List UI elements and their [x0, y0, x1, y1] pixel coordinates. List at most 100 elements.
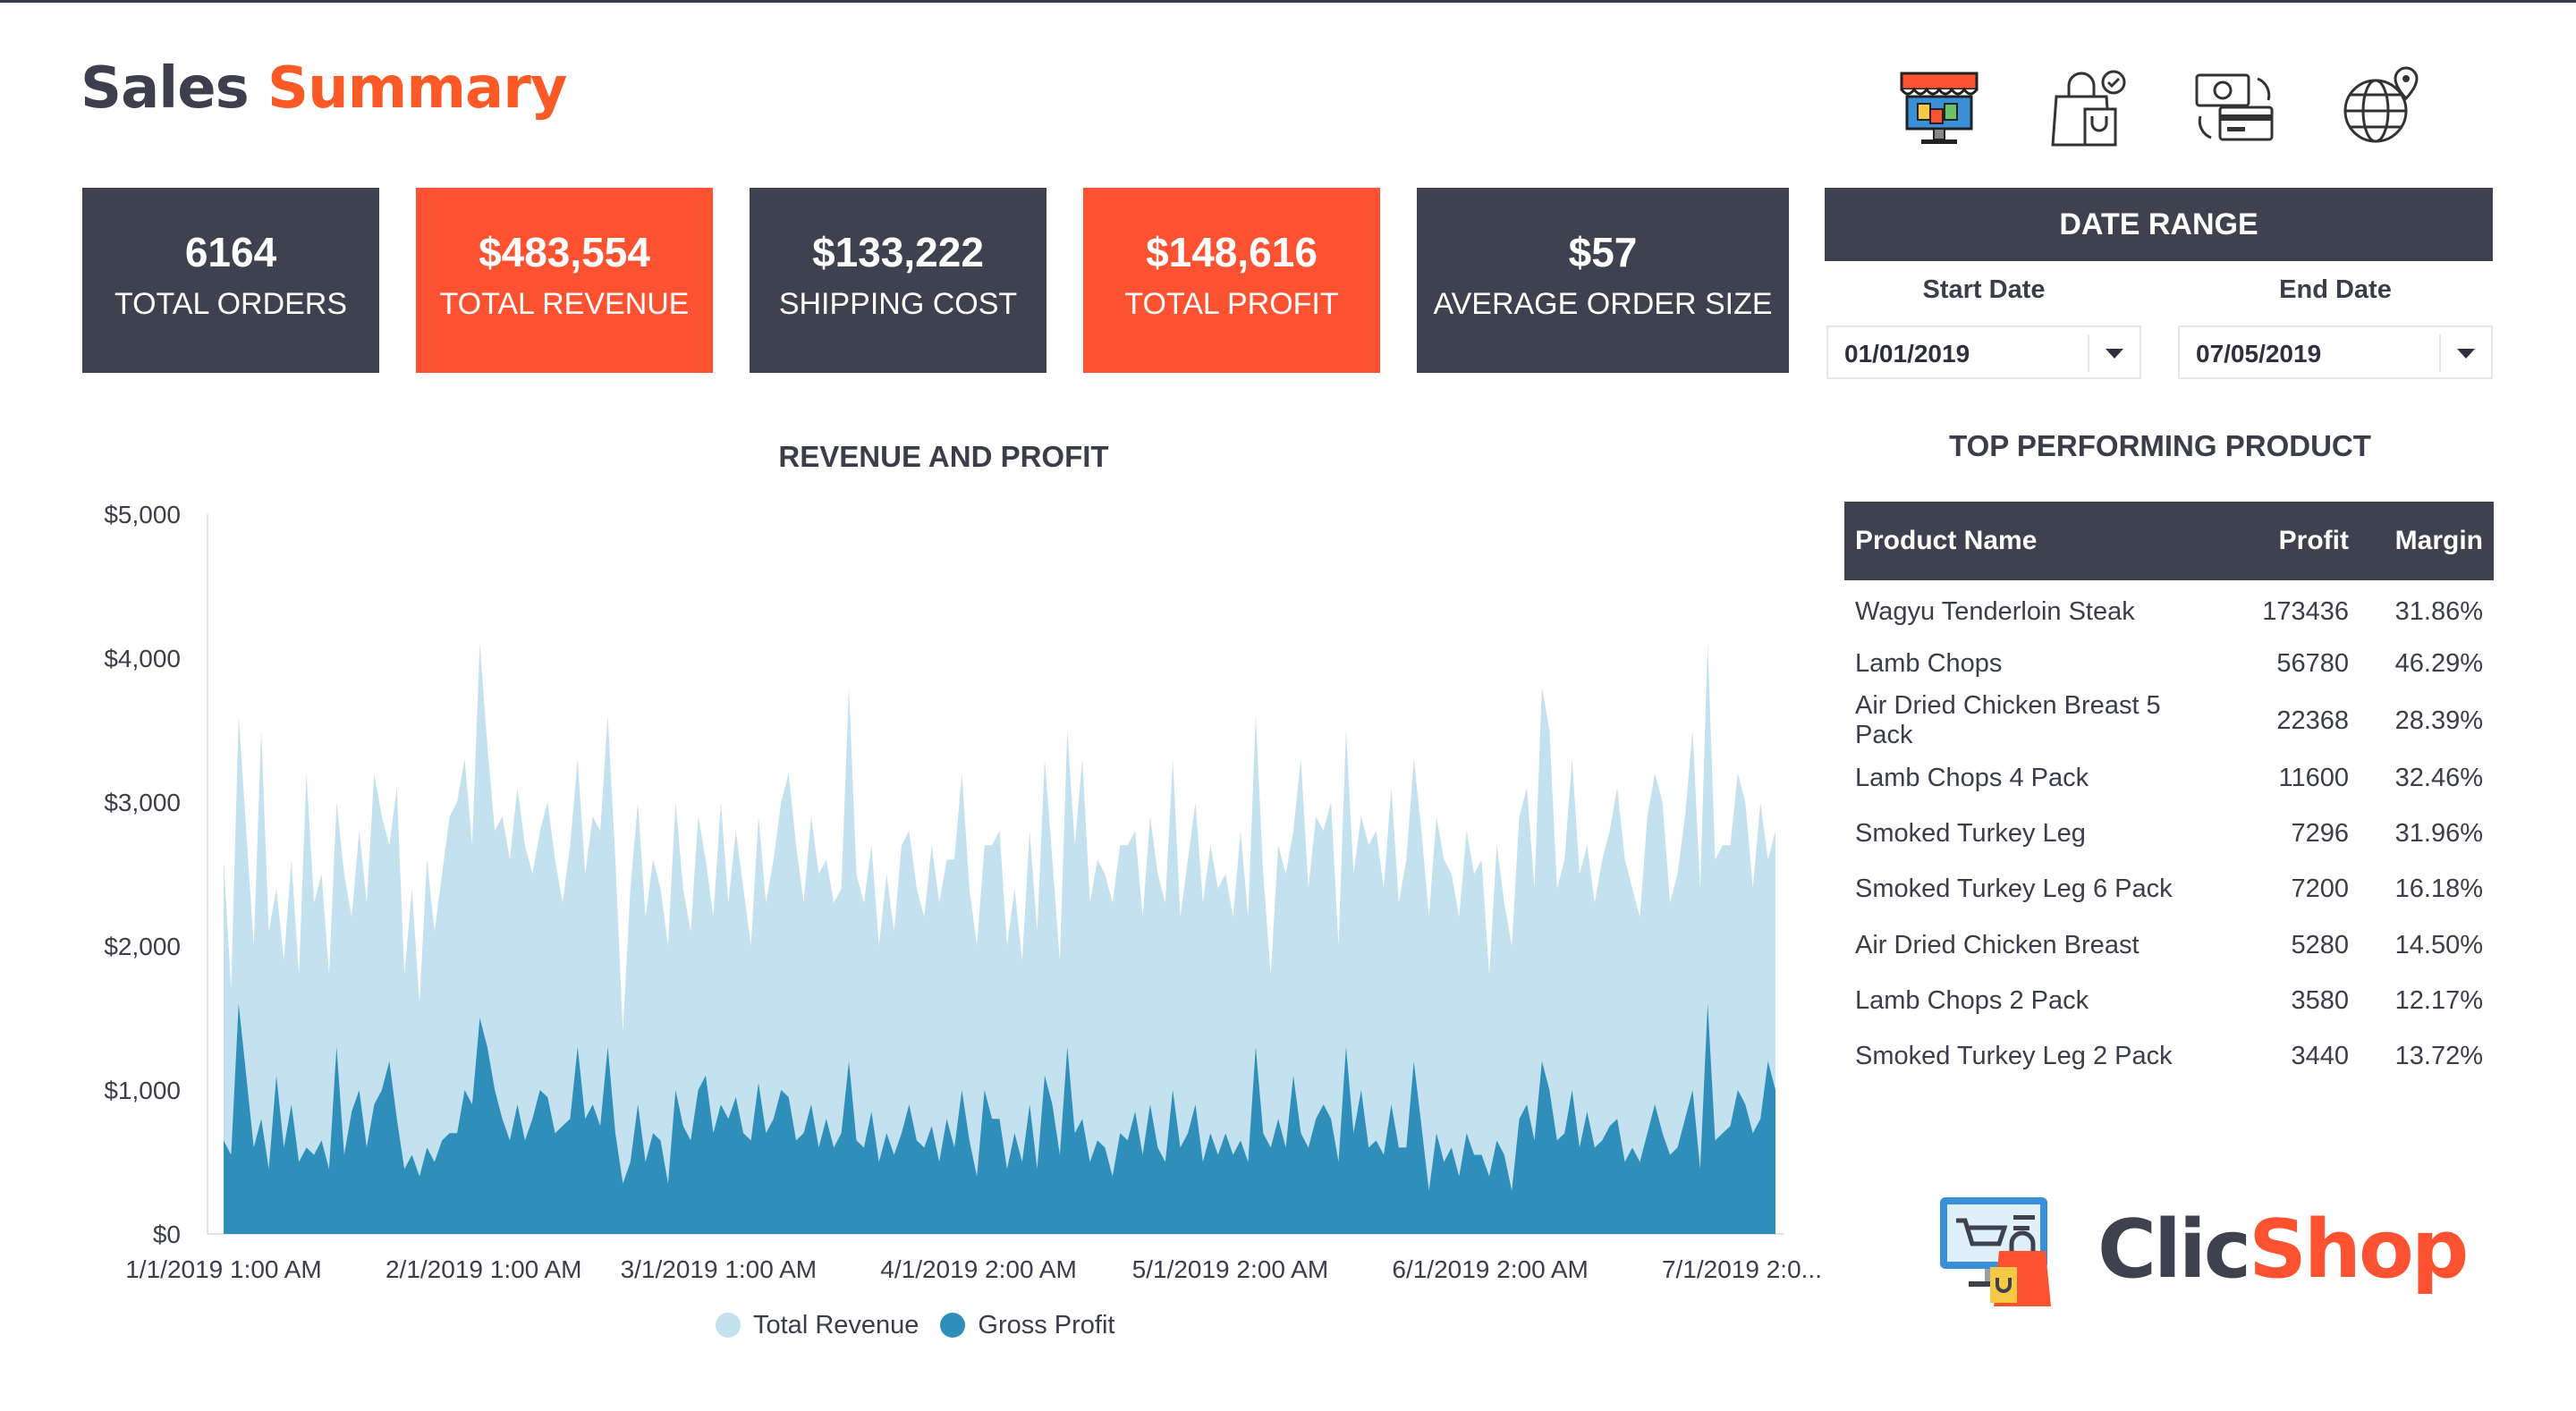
dropdown-separator [2088, 334, 2089, 372]
x-tick-label: 1/1/2019 1:00 AM [125, 1255, 322, 1283]
kpi-label: TOTAL ORDERS [114, 287, 348, 321]
kpi-label: SHIPPING COST [778, 287, 1018, 321]
y-tick-label: $2,000 [104, 933, 181, 960]
y-tick-label: $5,000 [104, 501, 181, 528]
end-date-label: End Date [2279, 275, 2392, 304]
kpi-value: 6164 [184, 229, 277, 275]
chevron-down-icon[interactable] [2106, 349, 2123, 359]
start-date-value: 01/01/2019 [1844, 340, 1970, 368]
kpi-value: $57 [1568, 229, 1638, 275]
x-tick-label: 2/1/2019 1:00 AM [386, 1255, 582, 1283]
legend-label-revenue: Total Revenue [753, 1310, 919, 1339]
kpi-total-profit: $148,616 TOTAL PROFIT [1083, 188, 1380, 373]
y-tick-label: $0 [153, 1221, 181, 1248]
kpi-value: $483,554 [479, 229, 650, 275]
kpi-total-revenue: $483,554 TOTAL REVENUE [416, 188, 713, 373]
product-name-cell: Lamb Chops [1855, 648, 2003, 678]
product-name-cell: Smoked Turkey Leg 2 Pack [1855, 1041, 2173, 1070]
end-date-group: End Date 07/05/2019 [2178, 275, 2493, 379]
margin-cell: 13.72% [2394, 1041, 2483, 1070]
profit-cell: 7296 [2291, 819, 2349, 849]
brand-name-part1: Clic [2097, 1203, 2251, 1297]
end-date-value: 07/05/2019 [2196, 340, 2322, 368]
shop-screen-bag-icon [1940, 1197, 2051, 1306]
start-date-label: Start Date [1922, 275, 2046, 304]
y-tick-label: $3,000 [104, 789, 181, 816]
table-row[interactable]: Lamb Chops 2 Pack 3580 12.17% [1844, 973, 2494, 1028]
product-name-cell: Wagyu Tenderloin Steak [1855, 596, 2135, 626]
title-word-2: Summary [267, 55, 567, 122]
margin-cell: 46.29% [2394, 648, 2483, 678]
column-header-margin[interactable]: Margin [2360, 502, 2494, 580]
x-tick-label: 5/1/2019 2:00 AM [1132, 1255, 1329, 1283]
storefront-icon[interactable] [1894, 63, 1984, 152]
y-tick-label: $1,000 [104, 1077, 181, 1104]
table-row[interactable]: Lamb Chops 56780 46.29% [1844, 636, 2494, 691]
table-row[interactable]: Smoked Turkey Leg 2 Pack 3440 13.72% [1844, 1028, 2494, 1084]
kpi-total-orders: 6164 TOTAL ORDERS [82, 188, 379, 373]
page-title: Sales Summary [80, 55, 567, 122]
column-header-product[interactable]: Product Name [1844, 502, 2220, 580]
margin-cell: 12.17% [2394, 985, 2483, 1015]
table-row[interactable]: Smoked Turkey Leg 6 Pack 7200 16.18% [1844, 862, 2494, 917]
profit-cell: 3440 [2291, 1041, 2349, 1070]
kpi-label: AVERAGE ORDER SIZE [1433, 287, 1773, 321]
legend-item-revenue[interactable]: Total Revenue [716, 1311, 919, 1340]
table-row[interactable]: Smoked Turkey Leg 7296 31.96% [1844, 807, 2494, 862]
margin-cell: 31.86% [2394, 596, 2483, 626]
x-tick-label: 6/1/2019 2:00 AM [1392, 1255, 1589, 1283]
table-header-row: Product Name Profit Margin [1844, 502, 2494, 580]
legend-label-profit: Gross Profit [978, 1310, 1115, 1339]
revenue-profit-chart[interactable]: $0 $1,000 $2,000 $3,000 $4,000 $5,000 1/1/2019… [0, 483, 1825, 1297]
shopping-bag-check-icon[interactable] [2044, 63, 2133, 152]
kpi-shipping-cost: $133,222 SHIPPING COST [750, 188, 1046, 373]
date-range-panel: DATE RANGE Start Date 01/01/2019 End Dat… [1825, 188, 2493, 379]
profit-cell: 56780 [2276, 648, 2349, 678]
profit-cell: 173436 [2262, 596, 2349, 626]
table-row[interactable]: Lamb Chops 4 Pack 11600 32.46% [1844, 750, 2494, 806]
start-date-dropdown[interactable]: 01/01/2019 [1826, 325, 2141, 379]
margin-cell: 14.50% [2394, 930, 2483, 959]
kpi-average-order-size: $57 AVERAGE ORDER SIZE [1417, 188, 1789, 373]
global-location-icon[interactable] [2336, 63, 2426, 152]
product-name-cell: Air Dried Chicken Breast 5 Pack [1855, 691, 2161, 750]
profit-cell: 11600 [2278, 763, 2350, 792]
title-word-1: Sales [80, 55, 250, 122]
y-tick-label: $4,000 [104, 645, 181, 672]
margin-cell: 31.96% [2394, 819, 2483, 849]
product-name-cell: Air Dried Chicken Breast [1855, 930, 2140, 959]
profit-cell: 7200 [2291, 874, 2349, 904]
product-name-cell: Smoked Turkey Leg 6 Pack [1855, 874, 2173, 904]
legend-swatch-profit [940, 1313, 966, 1338]
x-tick-label: 3/1/2019 1:00 AM [621, 1255, 818, 1283]
legend-item-profit[interactable]: Gross Profit [940, 1310, 1115, 1340]
x-tick-label: 4/1/2019 2:00 AM [880, 1255, 1077, 1283]
start-date-group: Start Date 01/01/2019 [1826, 275, 2141, 379]
legend-swatch-revenue [716, 1313, 741, 1338]
brand-name-part2: Shop [2249, 1203, 2469, 1297]
kpi-label: TOTAL PROFIT [1124, 287, 1339, 321]
kpi-label: TOTAL REVENUE [439, 287, 690, 321]
chevron-down-icon[interactable] [2457, 349, 2475, 359]
profit-cell: 22368 [2276, 706, 2349, 735]
product-name-cell: Lamb Chops 4 Pack [1855, 763, 2089, 792]
kpi-value: $148,616 [1146, 229, 1318, 275]
x-tick-label: 7/1/2019 2:0... [1662, 1255, 1822, 1283]
product-name-cell: Smoked Turkey Leg [1855, 819, 2086, 849]
payment-exchange-icon[interactable] [2190, 63, 2279, 152]
column-header-profit[interactable]: Profit [2220, 502, 2360, 580]
table-row[interactable]: Wagyu Tenderloin Steak 173436 31.86% [1844, 580, 2494, 636]
top-products-body: Wagyu Tenderloin Steak 173436 31.86% Lamb C… [1844, 580, 2494, 1085]
dropdown-separator [2439, 334, 2441, 372]
product-name-cell: Lamb Chops 2 Pack [1855, 985, 2089, 1015]
top-products-table: Product Name Profit Margin Wagyu Tenderl… [1844, 502, 2494, 1085]
end-date-dropdown[interactable]: 07/05/2019 [2178, 325, 2493, 379]
kpi-value: $133,222 [812, 229, 984, 275]
table-row[interactable]: Air Dried Chicken Breast 5 Pack 22368 28.3… [1844, 691, 2494, 750]
profit-cell: 5280 [2291, 930, 2349, 959]
margin-cell: 16.18% [2394, 874, 2483, 904]
top-products-title: TOP PERFORMING PRODUCT [1949, 429, 2371, 462]
profit-cell: 3580 [2291, 985, 2349, 1015]
table-row[interactable]: Air Dried Chicken Breast 5280 14.50% [1844, 917, 2494, 973]
chart-title: REVENUE AND PROFIT [778, 440, 1109, 473]
